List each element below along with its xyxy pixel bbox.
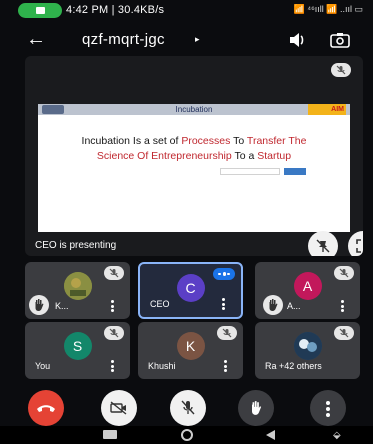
participant-name: You: [35, 361, 51, 371]
video-camera-icon: [36, 7, 45, 14]
slide-text-2: Processes: [181, 135, 231, 147]
participant-name: K...: [55, 301, 69, 311]
slide-text-7: Startup: [257, 150, 292, 162]
meeting-header: ← qzf-mqrt-jgc ▸: [0, 22, 373, 58]
status-bar: 4:42 PM | 30.4KB/s 📶 ⁴⁶ııll 📶 ..ııl ▭: [0, 0, 373, 22]
avatar: A: [293, 272, 322, 300]
mic-off-icon: [334, 266, 354, 280]
signal-battery-icons: 📶 ⁴⁶ııll 📶 ..ııl ▭: [293, 4, 364, 14]
call-controls: [0, 382, 373, 426]
pin-off-icon: [316, 239, 330, 253]
unpin-button[interactable]: [308, 231, 338, 256]
recents-icon[interactable]: [103, 430, 117, 439]
avatar: [293, 332, 322, 360]
slide-text-1: Incubation Is a set of: [81, 135, 182, 147]
hand-icon: [252, 401, 262, 415]
back-arrow-icon[interactable]: ←: [26, 29, 46, 49]
phone-hangup-icon: [37, 405, 55, 412]
participant-tile-active[interactable]: C CEO: [138, 262, 243, 319]
participant-tile[interactable]: S You: [25, 322, 130, 379]
slide-text-4: Transfer The: [246, 135, 307, 147]
more-vert-icon[interactable]: [111, 360, 115, 372]
slide-input-box: [220, 168, 280, 175]
hide-nav-icon[interactable]: ⬙: [333, 430, 341, 441]
presentation-stage[interactable]: Incubation AIM Incubation Is a set of Pr…: [25, 56, 363, 256]
mic-off-icon: [334, 326, 354, 340]
slide-text-5: Science Of Entrepreneurship: [96, 150, 232, 162]
slide-text-6: To a: [231, 150, 258, 162]
avatar: K: [176, 332, 205, 360]
end-call-button[interactable]: [28, 390, 64, 426]
shared-slide: Incubation AIM Incubation Is a set of Pr…: [38, 104, 350, 232]
avatar: [63, 272, 92, 300]
switch-camera-icon[interactable]: [330, 32, 350, 48]
more-vert-icon[interactable]: [111, 300, 115, 312]
more-options-button[interactable]: [310, 390, 346, 426]
mic-off-icon: [104, 326, 124, 340]
participant-name: A...: [287, 301, 301, 311]
more-vert-icon: [326, 401, 330, 417]
back-icon[interactable]: [266, 430, 275, 440]
slide-button: [284, 168, 306, 175]
mic-off-icon: [331, 63, 351, 77]
camera-toggle-button[interactable]: [101, 390, 137, 426]
participant-name: Ra +42 others: [265, 361, 322, 371]
chevron-right-icon[interactable]: ▸: [195, 34, 200, 45]
raised-hand-icon: [263, 295, 283, 315]
fullscreen-icon: [356, 239, 361, 253]
participant-tile[interactable]: K...: [25, 262, 130, 319]
android-nav-bar: ⬙: [0, 426, 373, 444]
mic-off-icon: [181, 400, 195, 415]
participant-tile-others[interactable]: Ra +42 others: [255, 322, 360, 379]
raised-hand-icon: [29, 295, 49, 315]
participant-name: CEO: [150, 299, 170, 309]
participant-name: Khushi: [148, 361, 176, 371]
status-time: 4:42 PM | 30.4KB/s: [66, 4, 165, 16]
more-vert-icon[interactable]: [224, 360, 228, 372]
slide-logo-right: AIM: [308, 104, 346, 115]
avatar: C: [176, 274, 205, 302]
mic-off-icon: [104, 266, 124, 280]
presenter-caption: CEO is presenting: [35, 240, 117, 251]
slide-body-text: Incubation Is a set of Processes To Tran…: [46, 134, 342, 164]
fullscreen-button[interactable]: [348, 231, 363, 256]
active-call-pill[interactable]: [18, 3, 62, 18]
mic-off-icon: [217, 326, 237, 340]
speaker-icon[interactable]: [288, 32, 306, 48]
participant-tile[interactable]: K Khushi: [138, 322, 243, 379]
slide-text-3: To: [230, 135, 247, 147]
meeting-code[interactable]: qzf-mqrt-jgc: [82, 31, 165, 48]
more-vert-icon[interactable]: [222, 298, 226, 310]
slide-title: Incubation: [175, 105, 213, 114]
raise-hand-button[interactable]: [238, 390, 274, 426]
more-vert-icon[interactable]: [341, 300, 345, 312]
video-off-icon: [110, 401, 127, 415]
speaking-indicator-icon: [213, 268, 235, 280]
mic-toggle-button[interactable]: [170, 390, 206, 426]
home-icon[interactable]: [181, 429, 193, 441]
avatar: S: [63, 332, 92, 360]
participant-tile[interactable]: A A...: [255, 262, 360, 319]
